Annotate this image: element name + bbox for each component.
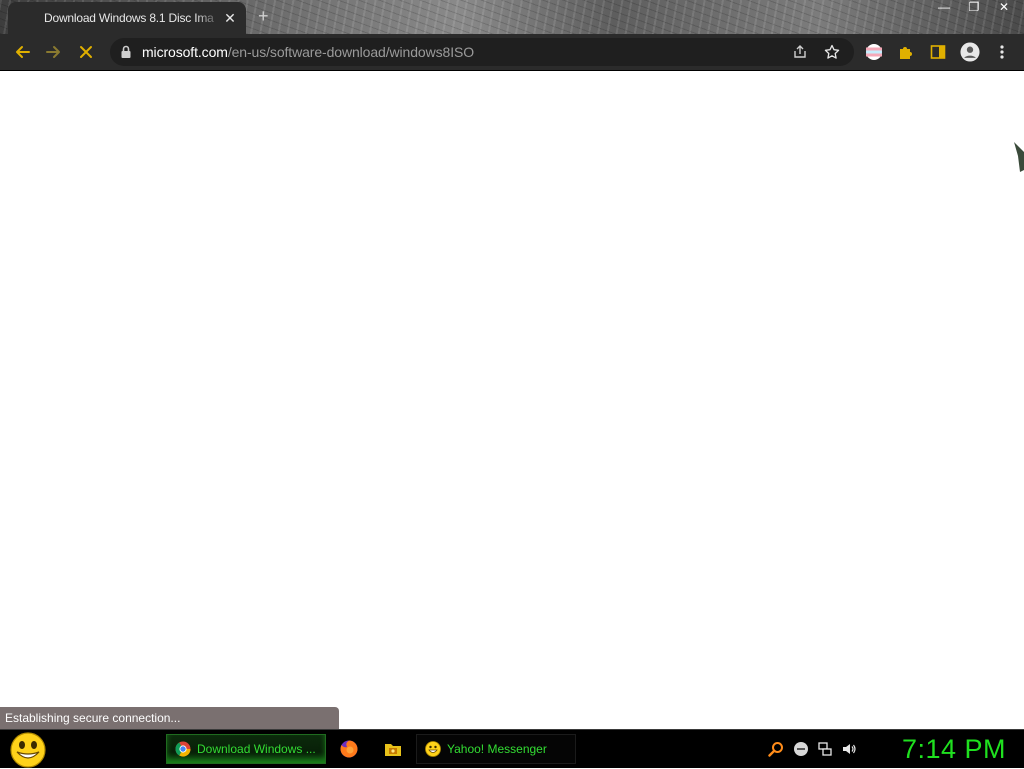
url-text[interactable]: microsoft.com/en-us/software-download/wi… <box>142 44 474 60</box>
forward-button[interactable] <box>42 40 66 64</box>
taskbar-item-yahoo-messenger[interactable]: Yahoo! Messenger <box>416 734 576 764</box>
folder-icon[interactable] <box>383 739 403 759</box>
volume-icon[interactable] <box>841 741 857 757</box>
window-controls: — ❐ ✕ <box>936 0 1012 14</box>
profile-avatar-icon[interactable] <box>960 42 980 62</box>
back-arrow-icon <box>16 46 30 58</box>
url-path: /en-us/software-download/windows8ISO <box>227 44 475 60</box>
messenger-icon[interactable] <box>793 741 809 757</box>
start-smiley-icon[interactable] <box>8 731 48 769</box>
back-button[interactable] <box>10 40 34 64</box>
bookmark-star-icon[interactable] <box>824 44 840 60</box>
chrome-icon <box>175 741 191 757</box>
browser-toolbar: microsoft.com/en-us/software-download/wi… <box>0 34 1024 71</box>
stop-x-icon <box>80 46 92 58</box>
taskbar: Download Windows ... Yahoo! Messenger 7:… <box>0 729 1024 768</box>
page-content <box>0 71 1024 729</box>
status-bubble: Establishing secure connection... <box>0 707 339 729</box>
status-text: Establishing secure connection... <box>5 711 181 725</box>
lock-icon[interactable] <box>120 45 132 59</box>
maximize-button[interactable]: ❐ <box>966 0 982 14</box>
taskbar-item-chrome[interactable]: Download Windows ... <box>166 734 326 764</box>
address-bar[interactable]: microsoft.com/en-us/software-download/wi… <box>110 38 854 66</box>
yahoo-smiley-icon <box>425 741 441 757</box>
extensions-puzzle-icon[interactable] <box>896 42 916 62</box>
cursor-shape-icon <box>1014 142 1024 172</box>
browser-title-bar: Download Windows 8.1 Disc Ima ✕ + — ❐ ✕ <box>0 0 1024 34</box>
tab-close-icon[interactable]: ✕ <box>222 10 238 26</box>
tab-title: Download Windows 8.1 Disc Ima <box>44 11 214 25</box>
url-host: microsoft.com <box>142 44 228 60</box>
forward-arrow-icon <box>46 46 60 58</box>
taskbar-item-label: Download Windows ... <box>197 742 316 756</box>
menu-kebab-icon[interactable] <box>992 42 1012 62</box>
close-window-button[interactable]: ✕ <box>996 0 1012 14</box>
browser-tab[interactable]: Download Windows 8.1 Disc Ima ✕ <box>8 2 246 34</box>
firefox-icon[interactable] <box>339 739 359 759</box>
search-icon[interactable] <box>768 741 784 757</box>
taskbar-clock[interactable]: 7:14 PM <box>902 734 1006 765</box>
side-panel-icon[interactable] <box>928 42 948 62</box>
new-tab-button[interactable]: + <box>258 7 269 25</box>
extension-flag-icon[interactable] <box>864 42 884 62</box>
stop-loading-button[interactable] <box>74 40 98 64</box>
share-icon[interactable] <box>792 44 808 60</box>
taskbar-item-label: Yahoo! Messenger <box>447 742 547 756</box>
network-icon[interactable] <box>817 741 833 757</box>
minimize-button[interactable]: — <box>936 0 952 14</box>
